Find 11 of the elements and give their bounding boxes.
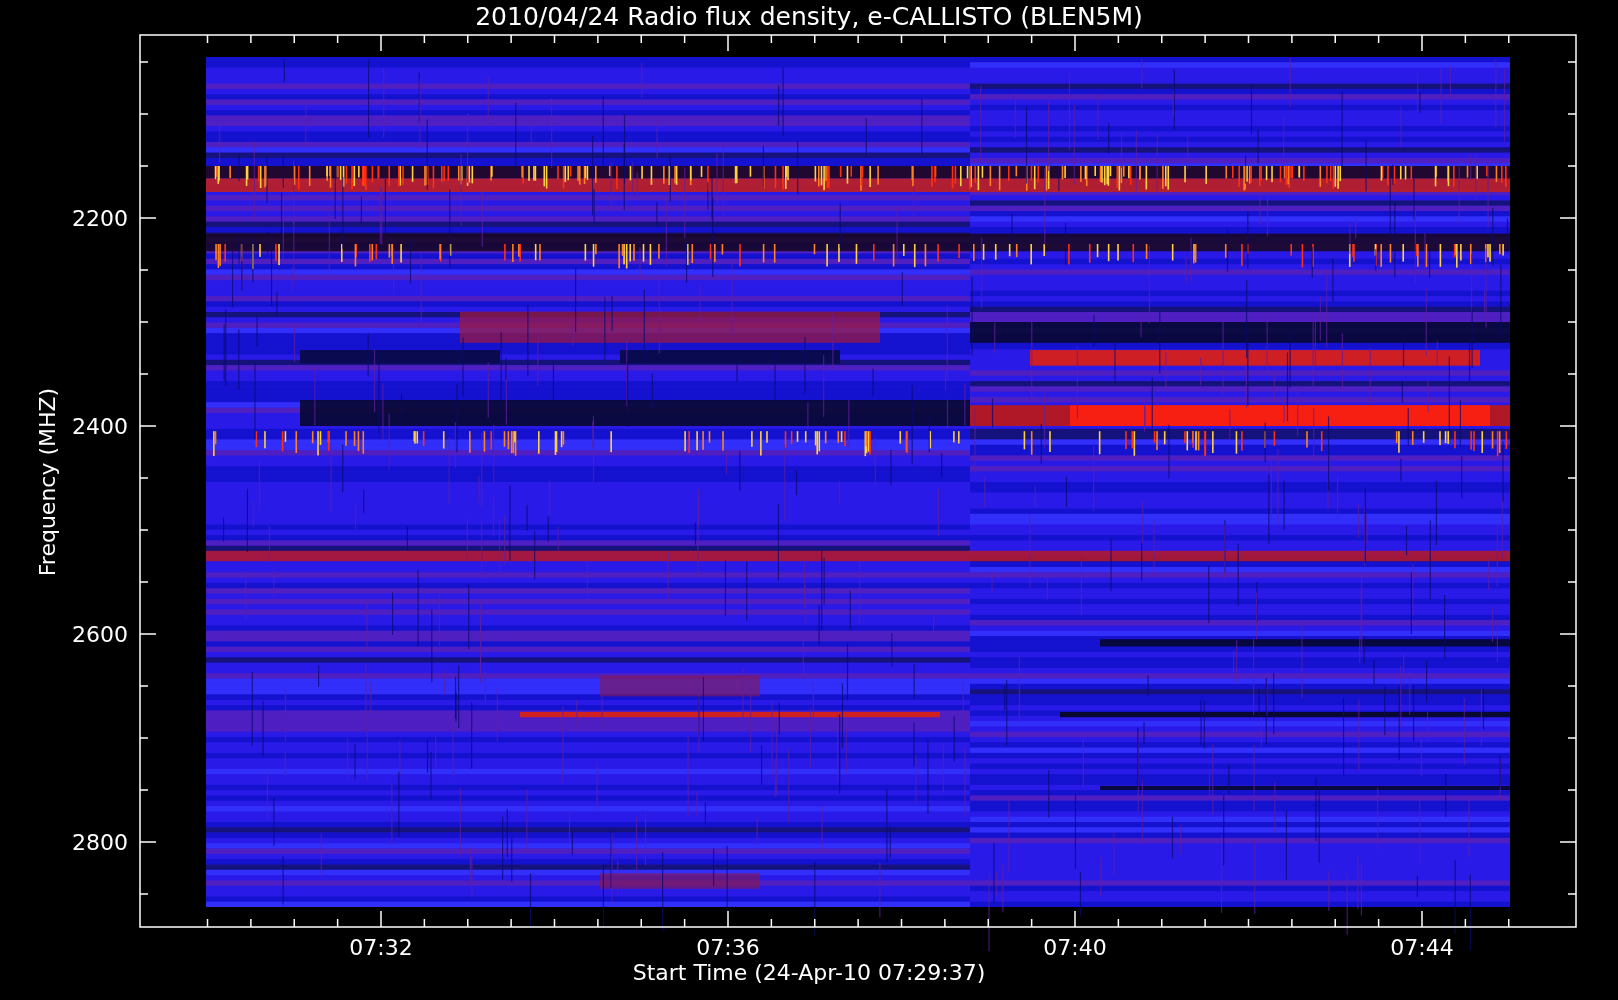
tick-label: 07:36 — [696, 935, 760, 960]
chart-title: 2010/04/24 Radio flux density, e-CALLISTO (BLEN5M) — [475, 2, 1143, 31]
axis-label: Frequency (MHZ) — [35, 387, 60, 577]
tick-label: 07:44 — [1390, 935, 1454, 960]
tick-label: 2200 — [72, 206, 128, 231]
tick-label: 07:40 — [1043, 935, 1107, 960]
tick-label: 2600 — [72, 622, 128, 647]
tick-label: 2400 — [72, 414, 128, 439]
tick-label: 07:32 — [349, 935, 413, 960]
axis-label: Start Time (24-Apr-10 07:29:37) — [632, 960, 986, 985]
tick-label: 2800 — [72, 830, 128, 855]
